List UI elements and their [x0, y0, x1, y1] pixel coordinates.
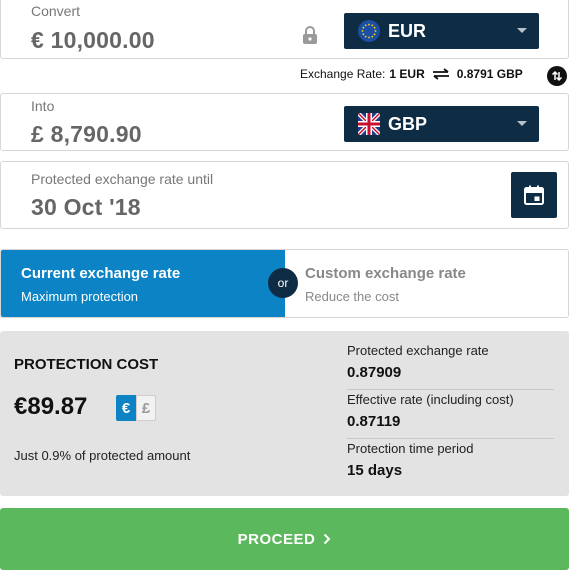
stat-value: 0.87909 — [347, 364, 402, 381]
swap-arrows-icon — [431, 68, 451, 80]
into-label: Into — [31, 98, 55, 114]
stat-time-period: Protection time period 15 days — [347, 441, 554, 479]
stat-label: Protected exchange rate — [347, 343, 489, 358]
custom-rate-subtitle: Reduce the cost — [305, 289, 399, 304]
cost-currency-toggle: € £ — [116, 395, 156, 421]
exchange-rate-prefix: Exchange Rate: — [300, 67, 386, 81]
proceed-label: PROCEED — [237, 530, 316, 548]
from-currency-select[interactable]: EUR — [344, 13, 539, 49]
stat-value: 15 days — [347, 462, 403, 479]
protection-date-field[interactable]: Protected exchange rate until 30 Oct '18 — [0, 161, 569, 229]
convert-label: Convert — [31, 3, 81, 19]
protection-cost-amount: €89.87 — [14, 393, 88, 420]
protection-date-label: Protected exchange rate until — [31, 171, 214, 187]
stat-label: Effective rate (including cost) — [347, 392, 514, 407]
eu-flag-icon — [358, 20, 380, 42]
stat-protected-rate: Protected exchange rate 0.87909 — [347, 343, 554, 381]
divider — [347, 438, 554, 439]
or-divider: or — [268, 268, 298, 298]
chevron-down-icon — [517, 121, 527, 126]
swap-currencies-button[interactable] — [547, 66, 567, 86]
proceed-button[interactable]: PROCEED — [0, 508, 569, 570]
exchange-rate-from: 1 EUR — [389, 67, 425, 81]
calendar-icon — [524, 185, 544, 205]
stat-label: Protection time period — [347, 441, 474, 456]
calendar-button[interactable] — [511, 172, 557, 218]
from-currency-code: EUR — [388, 20, 427, 41]
protection-cost-title: PROTECTION COST — [14, 356, 159, 373]
protection-date-value: 30 Oct '18 — [31, 194, 141, 220]
to-currency-select[interactable]: GBP — [344, 106, 539, 142]
chevron-down-icon — [517, 28, 527, 33]
current-rate-option[interactable]: Current exchange rate Maximum protection — [1, 250, 285, 317]
divider — [347, 389, 554, 390]
custom-rate-title: Custom exchange rate — [305, 265, 466, 282]
protection-cost-note: Just 0.9% of protected amount — [14, 448, 191, 463]
stat-value: 0.87119 — [347, 413, 401, 430]
to-currency-code: GBP — [388, 113, 428, 134]
chevron-right-icon — [323, 533, 331, 545]
swap-vertical-icon — [551, 70, 563, 82]
lock-icon — [302, 26, 318, 49]
current-rate-title: Current exchange rate — [21, 265, 181, 282]
convert-amount-input[interactable]: € 10,000.00 — [31, 27, 155, 54]
current-rate-subtitle: Maximum protection — [21, 289, 139, 304]
cost-currency-gbp-button[interactable]: £ — [136, 395, 156, 421]
into-amount-input[interactable]: £ 8,790.90 — [31, 121, 142, 148]
custom-rate-option[interactable]: Custom exchange rate Reduce the cost — [285, 250, 568, 317]
stat-effective-rate: Effective rate (including cost) 0.87119 — [347, 392, 554, 430]
uk-flag-icon — [358, 113, 380, 135]
exchange-rate-to: 0.8791 GBP — [456, 67, 523, 81]
exchange-rate-info: Exchange Rate: 1 EUR 0.8791 GBP — [300, 67, 523, 81]
cost-currency-eur-button[interactable]: € — [116, 395, 136, 421]
